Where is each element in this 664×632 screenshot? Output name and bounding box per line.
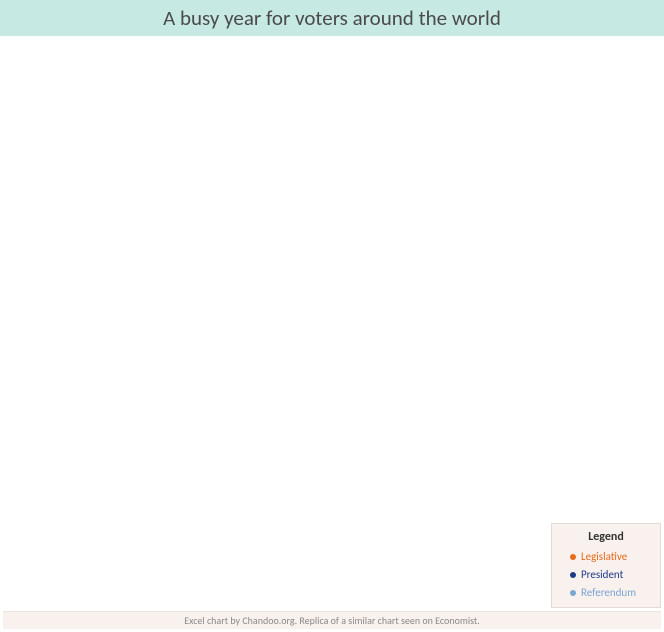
legend-label: Legislative bbox=[581, 550, 627, 563]
circle-icon bbox=[570, 590, 576, 596]
legend-item-referendum: Referendum bbox=[560, 586, 652, 599]
legend-label: Referendum bbox=[581, 586, 636, 599]
circle-icon bbox=[570, 572, 576, 578]
legend-item-legislative: Legislative bbox=[560, 550, 652, 563]
circle-icon bbox=[570, 554, 576, 560]
legend: Legend Legislative President Referendum bbox=[551, 523, 661, 608]
legend-item-president: President bbox=[560, 568, 652, 581]
legend-label: President bbox=[581, 568, 623, 581]
legend-title: Legend bbox=[560, 530, 652, 544]
title-bar: A busy year for voters around the world bbox=[0, 0, 664, 36]
page-title: A busy year for voters around the world bbox=[163, 5, 501, 31]
footer-credit: Excel chart by Chandoo.org. Replica of a… bbox=[184, 614, 480, 627]
footer: Excel chart by Chandoo.org. Replica of a… bbox=[3, 611, 661, 629]
